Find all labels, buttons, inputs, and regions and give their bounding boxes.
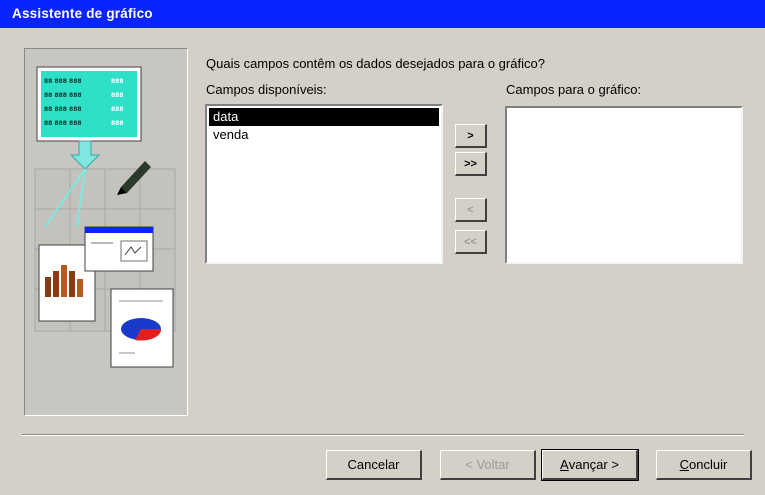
chart-wizard-illustration-icon: 88 888 888 888 88 888 888 888 88 888 888 88… [34, 66, 176, 368]
svg-text:88 888 888: 88 888 888 [44, 106, 82, 113]
cancel-button[interactable]: Cancelar [326, 450, 422, 480]
finish-button-label: oncluir [689, 457, 728, 472]
remove-all-fields-button[interactable]: << [455, 230, 487, 254]
wizard-question: Quais campos contêm os dados desejados p… [206, 56, 545, 71]
svg-text:88 888 888: 88 888 888 [44, 78, 82, 85]
back-button[interactable]: < Voltar [440, 450, 536, 480]
svg-text:88 888 888: 88 888 888 [44, 92, 82, 99]
available-fields-label: Campos disponíveis: [206, 82, 327, 97]
add-field-button[interactable]: > [455, 124, 487, 148]
finish-button[interactable]: Concluir [656, 450, 752, 480]
next-button-label: vançar > [568, 457, 619, 472]
svg-text:888: 888 [111, 92, 124, 99]
next-button-accesskey: A [560, 457, 569, 472]
next-button[interactable]: Avançar > [541, 449, 639, 481]
title-bar[interactable]: Assistente de gráfico [0, 0, 765, 28]
svg-text:888: 888 [111, 106, 124, 113]
list-item-venda[interactable]: venda [207, 126, 441, 144]
list-item-data[interactable]: data [209, 108, 439, 126]
svg-text:888: 888 [111, 120, 124, 127]
chart-wizard-window: Assistente de gráfico 88 888 888 888 88 8… [0, 0, 765, 495]
wizard-illustration: 88 888 888 888 88 888 888 888 88 888 888 88… [24, 48, 188, 416]
svg-text:888: 888 [111, 78, 124, 85]
footer-separator-highlight [22, 435, 744, 436]
add-all-fields-button[interactable]: >> [455, 152, 487, 176]
available-fields-list[interactable]: data venda [205, 104, 443, 264]
chart-fields-list[interactable] [505, 106, 743, 264]
window-title: Assistente de gráfico [12, 6, 153, 21]
svg-text:88 888 888: 88 888 888 [44, 120, 82, 127]
remove-field-button[interactable]: < [455, 198, 487, 222]
finish-button-accesskey: C [679, 457, 690, 472]
chart-fields-label: Campos para o gráfico: [506, 82, 642, 97]
